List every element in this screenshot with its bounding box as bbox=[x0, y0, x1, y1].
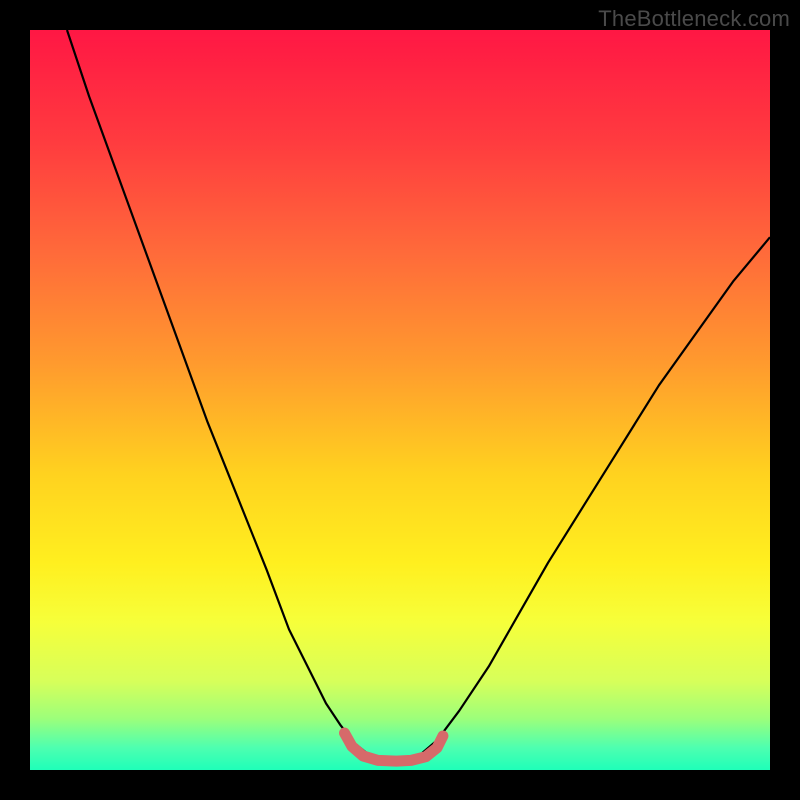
chart-frame: TheBottleneck.com bbox=[0, 0, 800, 800]
gradient-background bbox=[30, 30, 770, 770]
chart-svg bbox=[30, 30, 770, 770]
watermark-text: TheBottleneck.com bbox=[598, 6, 790, 32]
plot-area bbox=[30, 30, 770, 770]
